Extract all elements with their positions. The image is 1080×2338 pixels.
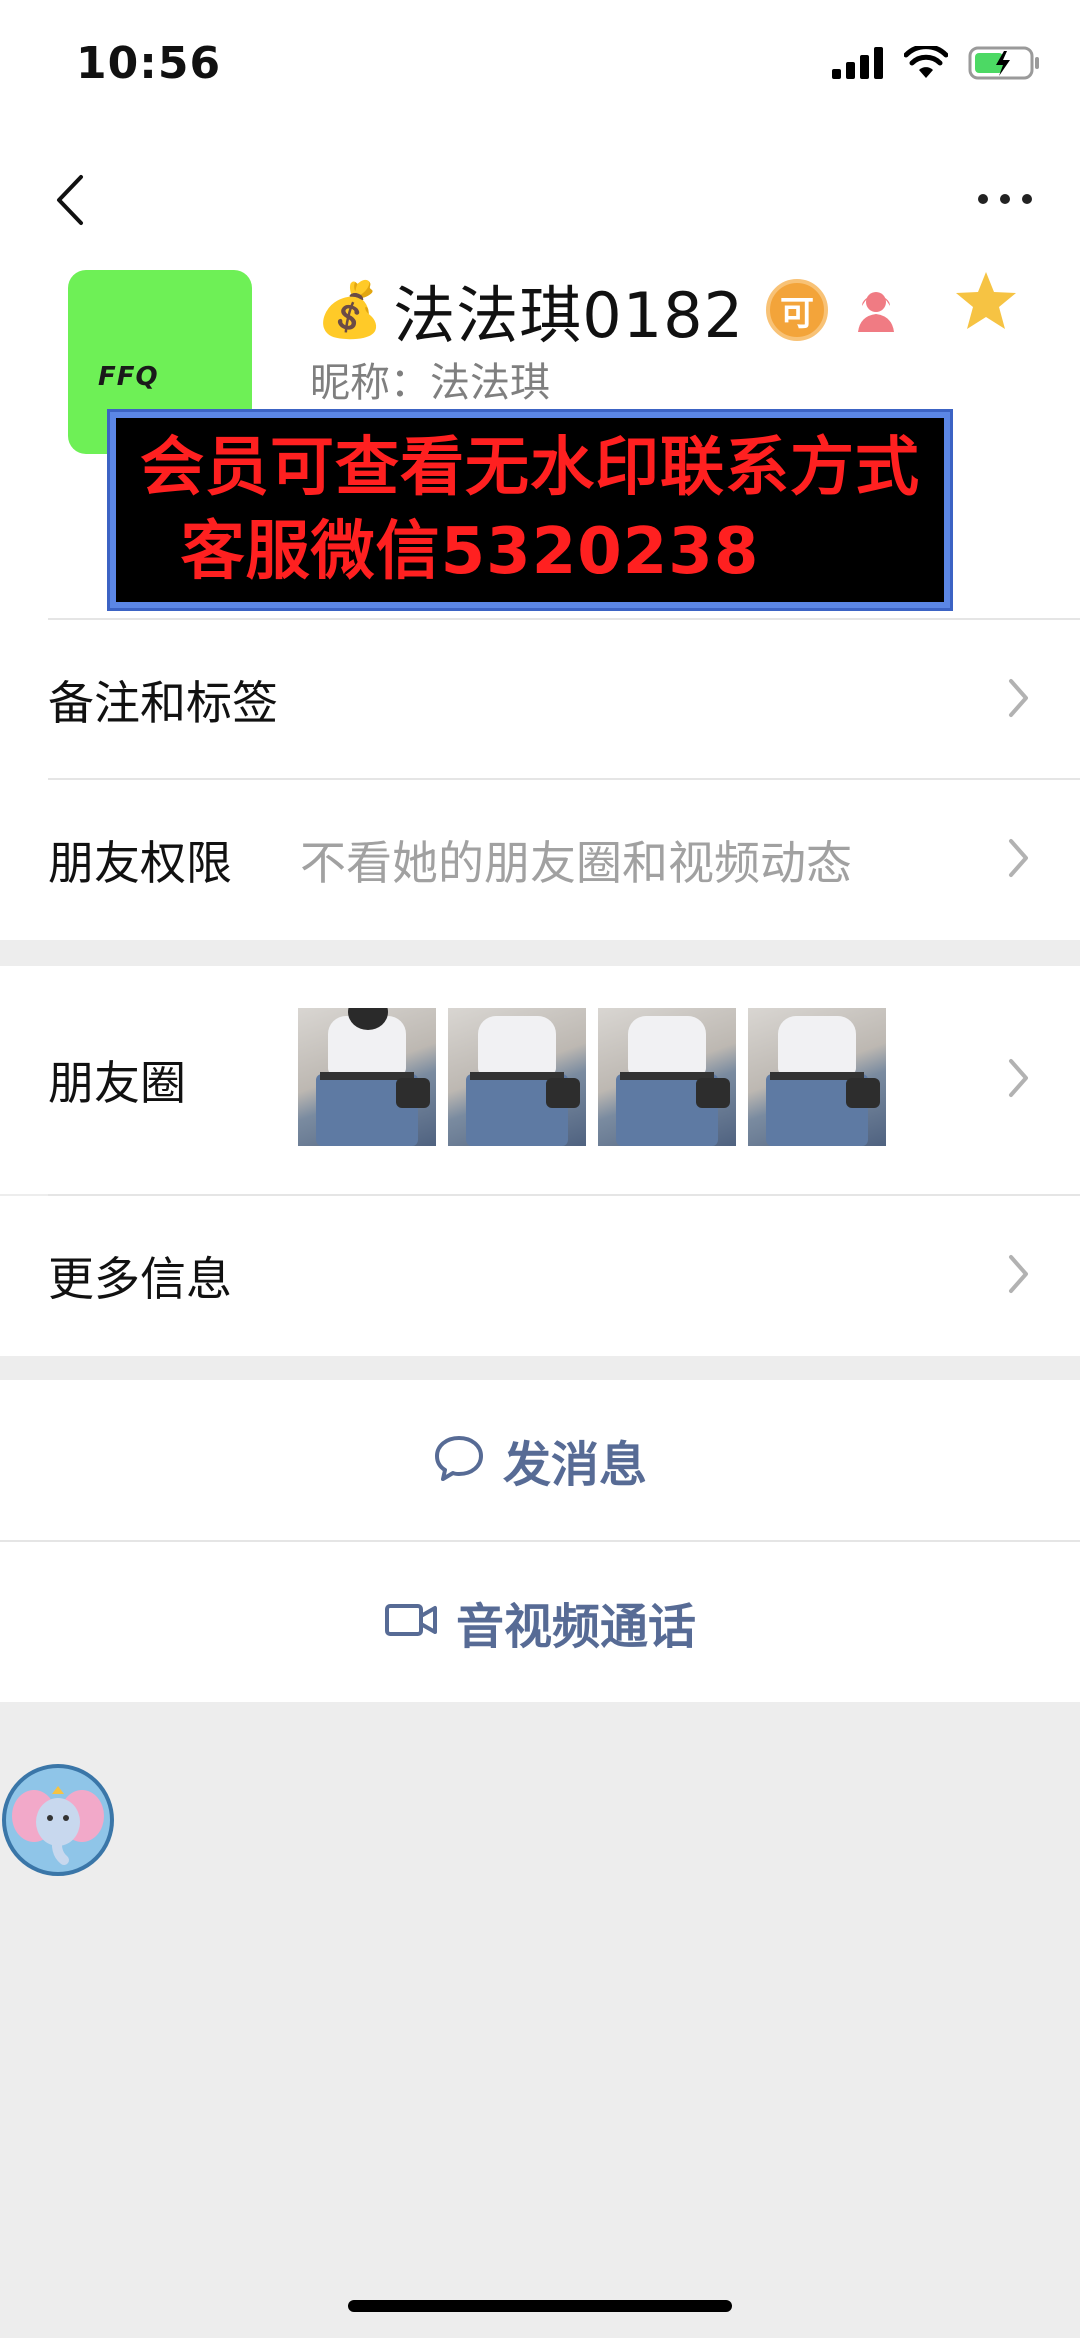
star-icon[interactable] — [954, 270, 1018, 336]
chevron-right-icon — [1008, 838, 1030, 882]
friend-permissions-row[interactable]: 朋友权限 不看她的朋友圈和视频动态 — [0, 780, 1080, 940]
chevron-right-icon — [1008, 1254, 1030, 1298]
watermark-line-2: 客服微信5320238 — [180, 515, 760, 589]
chat-bubble-icon — [433, 1434, 485, 1486]
watermark-line-1: 会员可查看无水印联系方式 — [140, 431, 920, 505]
friend-permissions-value: 不看她的朋友圈和视频动态 — [300, 836, 852, 890]
female-icon — [854, 286, 898, 334]
name-row: 💰 法法琪0182 可 — [316, 260, 898, 360]
moment-thumbnail — [748, 1008, 886, 1146]
back-button[interactable] — [40, 160, 100, 240]
video-camera-icon — [384, 1602, 438, 1642]
more-button[interactable] — [970, 174, 1040, 224]
badge-icon: 可 — [766, 279, 829, 341]
avatar-text: FFQ — [98, 362, 159, 392]
watermark-banner: 会员可查看无水印联系方式 客服微信5320238 — [107, 409, 953, 611]
wifi-icon — [903, 44, 949, 84]
moment-thumbnail — [448, 1008, 586, 1146]
remarks-tags-label: 备注和标签 — [48, 676, 278, 730]
moment-thumbnail — [298, 1008, 436, 1146]
send-message-label: 发消息 — [502, 1437, 647, 1493]
ellipsis-icon — [978, 194, 1032, 204]
moments-label: 朋友圈 — [48, 1056, 186, 1110]
money-bag-icon: 💰 — [316, 278, 384, 341]
signal-icon — [832, 47, 884, 83]
display-name: 法法琪0182 — [393, 279, 745, 352]
chevron-right-icon — [1008, 678, 1030, 722]
remarks-tags-row[interactable]: 备注和标签 — [0, 620, 1080, 780]
nickname: 昵称：法法琪 — [310, 360, 550, 406]
contact-profile-page: 10:56 FFQ 💰 法法琪0182 可 昵称：法法琪 会员可查看无水印联系方… — [0, 0, 1080, 2338]
more-info-row[interactable]: 更多信息 — [0, 1196, 1080, 1356]
elephant-icon — [12, 1786, 104, 1865]
friend-permissions-label: 朋友权限 — [48, 836, 232, 890]
profile-header: FFQ 💰 法法琪0182 可 昵称：法法琪 会员可查看无水印联系方式 客服微信… — [0, 140, 1080, 620]
home-indicator — [348, 2300, 732, 2312]
status-icons — [832, 44, 1040, 84]
video-call-label: 音视频通话 — [455, 1599, 696, 1655]
status-time: 10:56 — [76, 38, 222, 89]
chevron-left-icon — [57, 175, 83, 225]
video-call-button[interactable]: 音视频通话 — [0, 1542, 1080, 1702]
chevron-right-icon — [1008, 1058, 1030, 1102]
send-message-button[interactable]: 发消息 — [0, 1380, 1080, 1540]
moment-thumbnail — [598, 1008, 736, 1146]
status-bar: 10:56 — [0, 0, 1080, 140]
floating-assistant-avatar[interactable] — [2, 1764, 114, 1876]
moments-thumbnails — [298, 1008, 886, 1146]
moments-row[interactable]: 朋友圈 — [0, 966, 1080, 1194]
more-info-label: 更多信息 — [48, 1252, 232, 1306]
battery-icon — [968, 46, 1040, 84]
